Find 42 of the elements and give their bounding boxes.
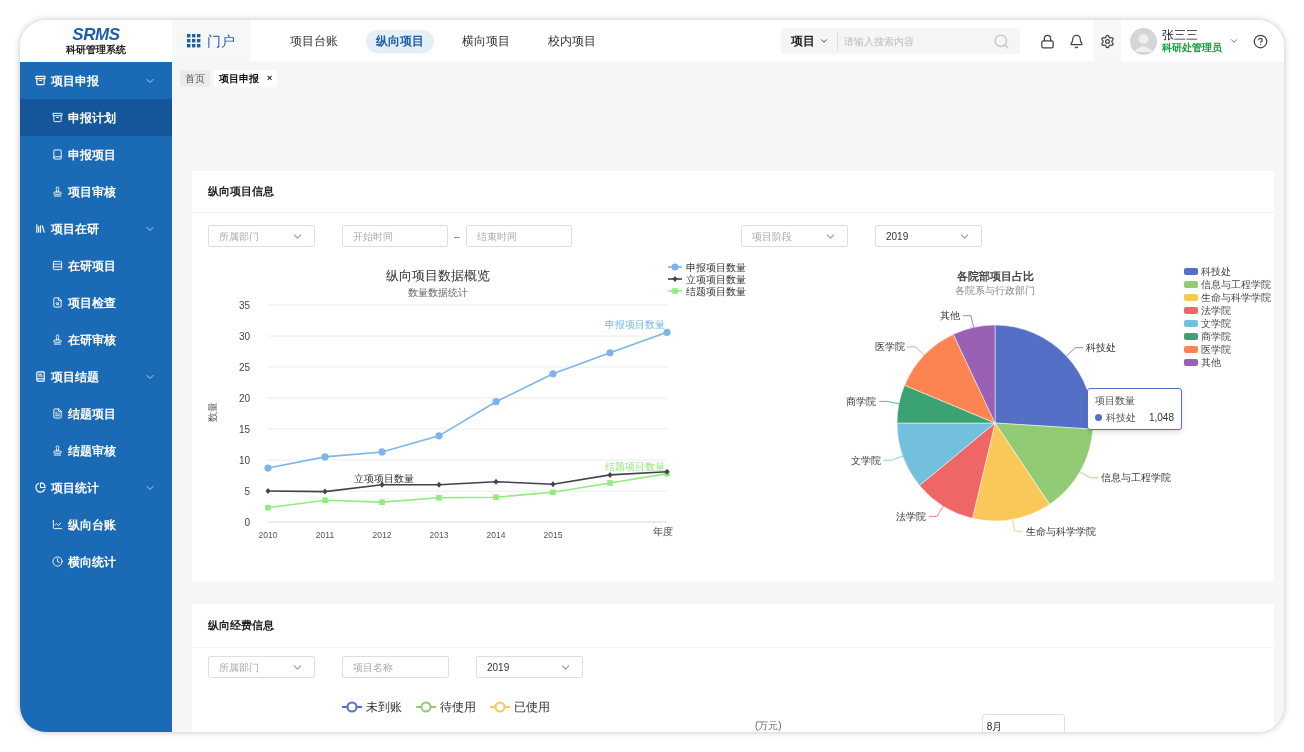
chart-subtitle: 各院系与行政部门	[955, 285, 1035, 296]
axis-title: 数量	[207, 402, 218, 422]
tooltip-value: 1,048	[1148, 411, 1174, 425]
card-title: 纵向经费信息	[208, 618, 274, 634]
chart-title: 纵向项目数据概览	[386, 268, 490, 283]
axis-tick-label: 10	[238, 455, 250, 466]
tooltip-title: 项目数量	[1095, 394, 1136, 408]
axis-tick-label: 2011	[315, 530, 335, 540]
axis-tick-label: 5	[244, 486, 250, 497]
axis-tick-label: 15	[238, 424, 250, 435]
axis-tick-label: 0	[244, 517, 250, 528]
user-role: 科研处管理员	[1162, 42, 1222, 54]
pie-label: 信息与工程学院	[1101, 472, 1172, 484]
axis-tick-label: 35	[238, 300, 250, 311]
series-label: 申报项目数量	[605, 319, 665, 330]
axis-tick-label: 20	[238, 393, 250, 404]
pie-label: 商学院	[846, 395, 877, 407]
axis-tick-label: 2013	[429, 530, 449, 540]
logo: SRMS	[72, 26, 120, 44]
axis-tick-label: 2014	[486, 530, 506, 540]
pie-label: 生命与科学学院	[1025, 525, 1096, 537]
series-label: 结题项目数量	[605, 461, 665, 472]
axis-tick-label: 25	[238, 362, 250, 373]
pie-label: 法学院	[895, 510, 926, 522]
card-title: 纵向项目信息	[208, 184, 274, 200]
axis-title: 年度	[653, 526, 673, 537]
chart-title: 各院部项目占比	[956, 270, 1034, 282]
axis-unit: (万元)	[755, 719, 782, 732]
axis-tick-label: 30	[238, 331, 250, 342]
series-label: 立项项目数量	[354, 473, 414, 484]
chart-subtitle: 数量数据统计	[408, 287, 468, 298]
pie-label: 其他	[940, 310, 960, 322]
axis-tick-label: 2010	[258, 530, 278, 540]
pie-label: 科技处	[1086, 342, 1117, 354]
axis-tick-label: 2012	[372, 530, 392, 540]
app-name: 科研管理系统	[66, 44, 126, 56]
tooltip-label: 科技处	[1106, 411, 1137, 425]
user-name: 张三三	[1162, 28, 1199, 42]
pie-label: 文学院	[850, 454, 881, 466]
pie-label: 医学院	[874, 341, 905, 353]
axis-tick-label: 2015	[543, 530, 563, 540]
range-separator: –	[454, 229, 460, 244]
